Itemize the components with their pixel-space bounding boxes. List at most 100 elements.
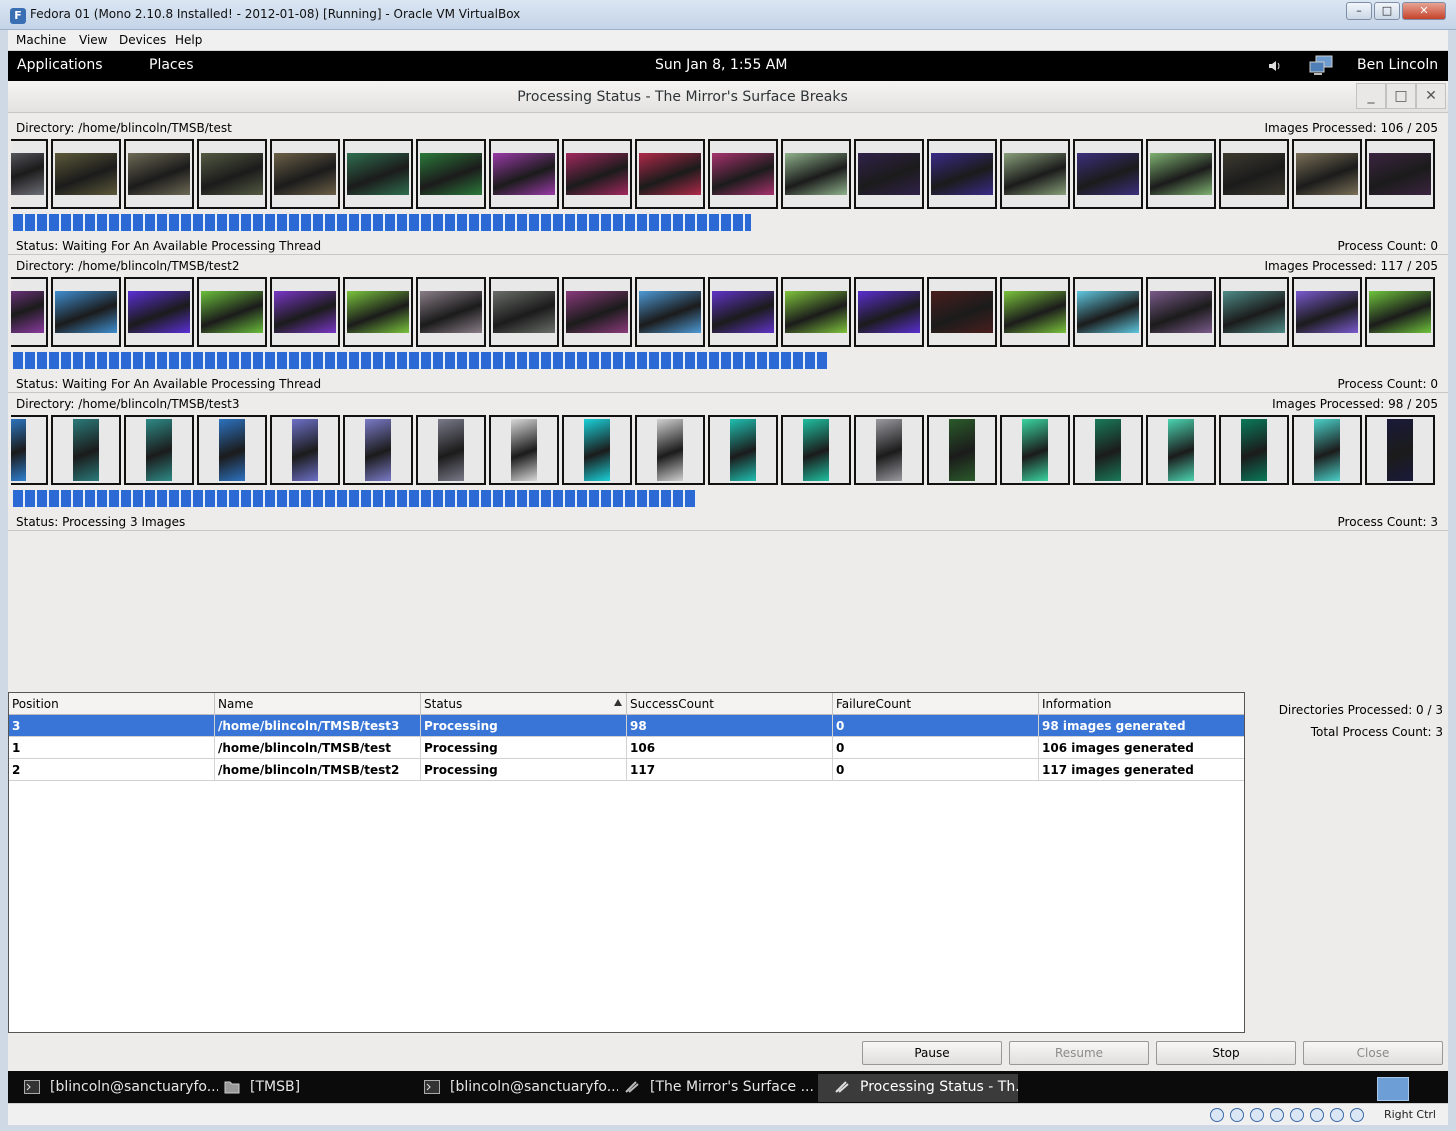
table-row[interactable]: 3 /home/blincoln/TMSB/test3 Processing 9…	[9, 715, 1244, 737]
thumbnail-image	[635, 277, 705, 347]
process-count-label: Process Count: 3	[1337, 515, 1438, 529]
app-maximize-button[interactable]: □	[1386, 83, 1416, 109]
mouse-integration-icon[interactable]	[1330, 1108, 1344, 1122]
close-button[interactable]: Close	[1303, 1041, 1443, 1065]
taskbar-item-terminal-2[interactable]: [blincoln@sanctuaryfo...	[408, 1074, 618, 1102]
thumbnail-image	[781, 415, 851, 485]
optical-drive-icon[interactable]	[1230, 1108, 1244, 1122]
menu-view[interactable]: View	[79, 33, 107, 47]
app-icon	[625, 1081, 639, 1093]
status-label: Status: Processing 3 Images	[16, 515, 186, 529]
thumbnail-image	[489, 415, 559, 485]
maximize-button[interactable]: □	[1374, 2, 1400, 20]
vbox-titlebar: F Fedora 01 (Mono 2.10.8 Installed! - 20…	[0, 0, 1456, 30]
taskbar-item-processing-status[interactable]: Processing Status - Th...	[818, 1074, 1018, 1102]
vbox-statusbar: Right Ctrl	[8, 1103, 1448, 1125]
thumbnail-image	[11, 139, 48, 209]
menu-machine[interactable]: Machine	[16, 33, 66, 47]
volume-icon[interactable]	[1267, 58, 1283, 74]
applications-menu[interactable]: Applications	[17, 57, 103, 73]
display-icon[interactable]	[1310, 1108, 1324, 1122]
directory-panel-3: Directory: /home/blincoln/TMSB/test3 Ima…	[11, 393, 1443, 529]
column-status[interactable]: Status	[421, 693, 627, 715]
clock[interactable]: Sun Jan 8, 1:55 AM	[655, 57, 787, 73]
column-name[interactable]: Name	[215, 693, 421, 715]
minimize-button[interactable]: –	[1346, 2, 1372, 20]
thumbnail-image	[197, 277, 267, 347]
divider	[8, 530, 1448, 531]
thumbnail-image	[51, 415, 121, 485]
thumbnail-image	[270, 139, 340, 209]
thumbnail-image	[1000, 139, 1070, 209]
progress-fill	[13, 490, 696, 507]
terminal-icon	[24, 1080, 40, 1094]
status-label: Status: Waiting For An Available Process…	[16, 377, 322, 391]
total-process-count-label: Total Process Count: 3	[1310, 725, 1443, 739]
thumbnail-image	[270, 415, 340, 485]
thumbnail-image	[51, 139, 121, 209]
directories-processed-label: Directories Processed: 0 / 3	[1278, 703, 1443, 717]
shared-folders-icon[interactable]	[1290, 1108, 1304, 1122]
network-adapter-icon[interactable]	[1270, 1108, 1284, 1122]
cell-status: Processing	[421, 759, 627, 781]
network-icon[interactable]	[1308, 54, 1336, 78]
vbox-menubar: Machine View Devices Help	[8, 30, 1448, 51]
taskbar-item-mirror-app[interactable]: [The Mirror's Surface ...	[608, 1074, 818, 1102]
sort-ascending-icon	[614, 699, 622, 706]
column-failure-count[interactable]: FailureCount	[833, 693, 1039, 715]
keyboard-capture-icon[interactable]	[1350, 1108, 1364, 1122]
directory-table[interactable]: Position Name Status SuccessCount Failur…	[8, 692, 1245, 1033]
images-processed-label: Images Processed: 98 / 205	[1272, 397, 1438, 411]
table-row[interactable]: 2 /home/blincoln/TMSB/test2 Processing 1…	[9, 759, 1244, 781]
thumbnail-image	[708, 415, 778, 485]
thumbnail-image	[1000, 415, 1070, 485]
column-success-count[interactable]: SuccessCount	[627, 693, 833, 715]
images-processed-label: Images Processed: 117 / 205	[1264, 259, 1438, 273]
cell-failure-count: 0	[833, 759, 1039, 781]
hard-disk-icon[interactable]	[1210, 1108, 1224, 1122]
taskbar-item-terminal-1[interactable]: [blincoln@sanctuaryfo...	[8, 1074, 218, 1102]
status-label: Status: Waiting For An Available Process…	[16, 239, 322, 253]
cell-failure-count: 0	[833, 737, 1039, 759]
thumbnail-image	[1146, 415, 1216, 485]
cell-position: 2	[9, 759, 215, 781]
thumbnail-image	[270, 277, 340, 347]
places-menu[interactable]: Places	[149, 57, 194, 73]
thumbnail-image	[781, 139, 851, 209]
thumbnail-image	[124, 415, 194, 485]
app-minimize-button[interactable]: _	[1356, 83, 1386, 109]
menu-help[interactable]: Help	[175, 33, 202, 47]
progress-fill	[13, 352, 829, 369]
stop-button[interactable]: Stop	[1156, 1041, 1296, 1065]
workspace-switcher[interactable]	[1377, 1077, 1409, 1101]
progress-fill	[13, 214, 752, 231]
app-close-button[interactable]: ✕	[1416, 83, 1446, 109]
vbox-window-title: Fedora 01 (Mono 2.10.8 Installed! - 2012…	[30, 7, 521, 21]
taskbar-item-folder[interactable]: [TMSB]	[208, 1074, 408, 1102]
usb-icon[interactable]	[1250, 1108, 1264, 1122]
thumbnail-image	[562, 139, 632, 209]
table-row[interactable]: 1 /home/blincoln/TMSB/test Processing 10…	[9, 737, 1244, 759]
progress-bar	[13, 214, 1441, 231]
column-information[interactable]: Information	[1039, 693, 1244, 715]
app-window-title: Processing Status - The Mirror's Surface…	[517, 89, 848, 105]
cell-information: 98 images generated	[1042, 719, 1186, 733]
resume-button[interactable]: Resume	[1009, 1041, 1149, 1065]
thumbnail-image	[635, 139, 705, 209]
close-window-button[interactable]: ✕	[1402, 2, 1446, 20]
progress-bar	[13, 490, 1441, 507]
thumbnail-image	[854, 415, 924, 485]
guest-screen: Applications Places Sun Jan 8, 1:55 AM B…	[8, 51, 1448, 1103]
cell-name: /home/blincoln/TMSB/test2	[215, 759, 421, 781]
cell-name: /home/blincoln/TMSB/test3	[215, 715, 421, 737]
column-position[interactable]: Position	[9, 693, 215, 715]
menu-devices[interactable]: Devices	[119, 33, 166, 47]
pause-button[interactable]: Pause	[862, 1041, 1002, 1065]
thumbnail-image	[635, 415, 705, 485]
thumbnail-strip	[11, 415, 1443, 485]
user-menu[interactable]: Ben Lincoln	[1357, 57, 1438, 73]
thumbnail-image	[1365, 139, 1435, 209]
cell-status: Processing	[421, 737, 627, 759]
thumbnail-image	[854, 139, 924, 209]
folder-icon	[224, 1081, 240, 1094]
